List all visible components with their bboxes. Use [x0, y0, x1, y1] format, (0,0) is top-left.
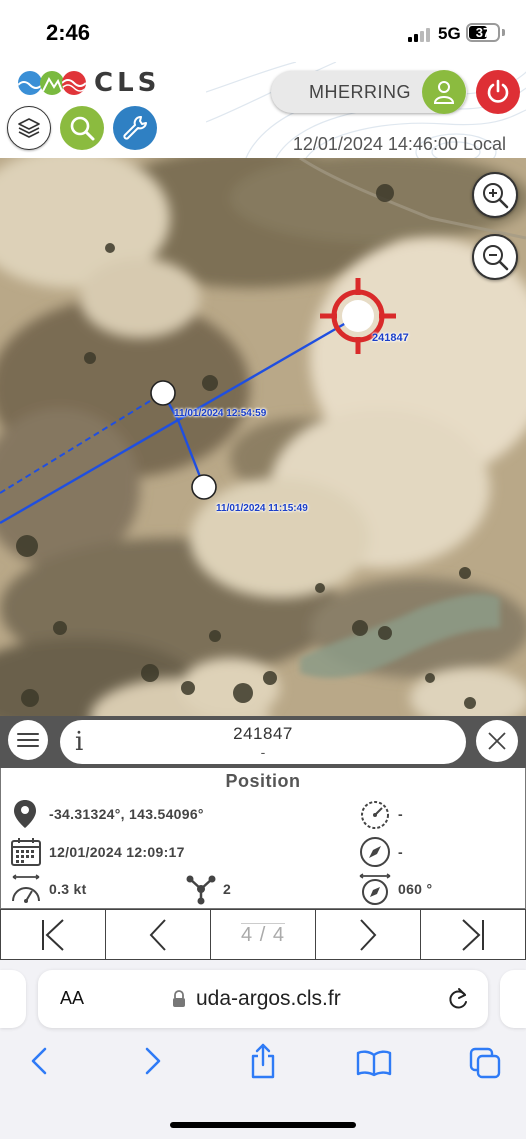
zoom-in-button[interactable] [472, 172, 518, 218]
battery-percent: 37 [475, 25, 491, 40]
zoom-out-icon [483, 245, 509, 271]
position-section: Position -34.31324°, 143.54096° - 12/01/… [0, 768, 526, 909]
tabs-button[interactable] [468, 1046, 502, 1080]
page-count: 4 / 4 [241, 922, 285, 946]
map-view[interactable]: 241847 11/01/2024 12:54:59 11/01/2024 11… [0, 158, 526, 718]
beacon-id: 241847 [233, 724, 293, 743]
tools-button[interactable] [113, 106, 157, 150]
back-chevron-icon [31, 1047, 47, 1075]
gauge-icon [357, 798, 393, 830]
pager: 4 / 4 [0, 909, 526, 960]
previous-tab-peek[interactable] [0, 970, 26, 1028]
battery-cap [502, 29, 505, 36]
browser-toolbar: AA uda-argos.cls.fr [0, 960, 526, 1139]
battery-icon: 37 [466, 23, 500, 42]
target-label: 241847 [372, 332, 409, 344]
skip-last-icon [462, 918, 484, 951]
layers-button[interactable] [7, 106, 51, 150]
chevron-left-icon [149, 918, 166, 951]
previous-page-button[interactable] [106, 910, 211, 959]
beacon-panel: i 241847 - Position -34.31324°, 143.5409… [0, 716, 526, 960]
logo-mark [18, 71, 86, 95]
app-header: CLS MHERRING 12/01/2024 14:46:00 Local [0, 62, 526, 158]
coordinates-value: -34.31324°, 143.54096° [49, 806, 204, 822]
forward-chevron-icon [145, 1047, 161, 1075]
current-datetime: 12/01/2024 14:46:00 Local [292, 134, 506, 154]
bookmarks-button[interactable] [356, 1048, 392, 1078]
tabs-icon [469, 1047, 501, 1079]
layers-icon [18, 118, 40, 138]
beacon-info-pill[interactable]: i 241847 - [60, 720, 466, 764]
compass-icon [358, 836, 392, 868]
waypoint-label-2: 11/01/2024 11:15:49 [216, 503, 308, 514]
next-tab-peek[interactable] [500, 970, 526, 1028]
target-crosshair-icon[interactable] [315, 273, 401, 359]
first-page-button[interactable] [1, 910, 106, 959]
close-icon [488, 732, 506, 750]
waypoint-label-1: 11/01/2024 12:54:59 [174, 408, 267, 419]
user-profile-button[interactable] [422, 70, 466, 114]
fix-datetime-value: 12/01/2024 12:09:17 [49, 844, 185, 860]
logo-text: CLS [94, 68, 161, 98]
calendar-icon [9, 836, 43, 868]
location-pin-icon [11, 798, 39, 830]
speed-value: 0.3 kt [49, 881, 87, 897]
zoom-out-button[interactable] [472, 234, 518, 280]
cellular-signal-icon [408, 26, 432, 42]
zoom-in-icon [483, 183, 509, 209]
section-title: Position [225, 771, 301, 791]
satellite-map [0, 158, 526, 718]
reload-icon[interactable] [446, 986, 470, 1012]
satellites-value: 2 [223, 881, 232, 897]
page-settings-button[interactable]: AA [60, 988, 84, 1009]
heading-icon [357, 872, 393, 906]
close-panel-button[interactable] [476, 720, 518, 762]
page-indicator: 4 / 4 [211, 910, 316, 959]
user-icon [433, 81, 455, 104]
share-icon [251, 1043, 275, 1079]
bookmarks-icon [356, 1050, 392, 1077]
status-bar: 2:46 5G 37 [0, 0, 526, 62]
forward-button[interactable] [142, 1046, 164, 1076]
last-page-button[interactable] [421, 910, 525, 959]
lock-icon [173, 990, 185, 1007]
url-text: uda-argos.cls.fr [196, 987, 341, 1010]
user-name: MHERRING [309, 82, 411, 102]
hamburger-menu-icon [17, 733, 39, 747]
address-bar[interactable]: AA uda-argos.cls.fr [38, 970, 488, 1028]
satellites-icon [184, 872, 218, 906]
search-button[interactable] [60, 106, 104, 150]
logout-button[interactable] [476, 70, 520, 114]
panel-header: i 241847 - [0, 716, 526, 768]
compass-value: - [398, 844, 403, 860]
gauge-value: - [398, 806, 403, 822]
search-icon [70, 116, 95, 141]
cls-logo: CLS [18, 68, 160, 98]
panel-menu-button[interactable] [8, 720, 48, 760]
next-page-button[interactable] [316, 910, 421, 959]
share-button[interactable] [247, 1042, 279, 1080]
home-indicator [170, 1122, 356, 1128]
chevron-right-icon [360, 918, 377, 951]
status-time: 2:46 [46, 20, 91, 45]
wrench-icon [123, 116, 147, 140]
network-type: 5G [438, 24, 461, 43]
speedometer-icon [9, 873, 43, 905]
power-icon [487, 79, 509, 103]
skip-first-icon [42, 918, 64, 951]
beacon-subtitle: - [260, 744, 266, 760]
back-button[interactable] [28, 1046, 50, 1076]
heading-value: 060 ° [398, 881, 433, 897]
